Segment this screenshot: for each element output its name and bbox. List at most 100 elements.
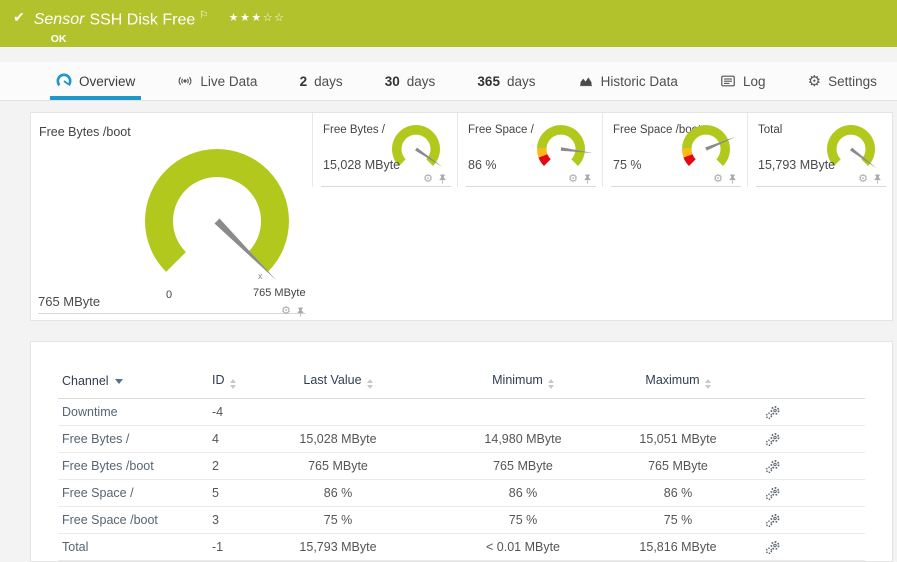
channel-name: Free Bytes /: [58, 425, 208, 453]
channel-settings-icon[interactable]: [765, 432, 782, 447]
pin-icon[interactable]: [437, 173, 448, 185]
pin-icon[interactable]: [727, 173, 738, 185]
mini-gauge: [536, 125, 593, 166]
channel-maximum: 75 %: [633, 506, 723, 534]
gauge-axis-min: 0: [166, 289, 173, 301]
status-ok-check-icon: ✔: [13, 9, 25, 25]
channel-name: Downtime: [58, 398, 208, 426]
column-header-id[interactable]: ID: [208, 367, 263, 399]
tab-2-days[interactable]: 2 days: [294, 62, 349, 100]
channel-id: 5: [208, 479, 263, 507]
channel-maximum: 765 MByte: [633, 452, 723, 480]
tab-label: Overview: [79, 73, 136, 89]
channel-last-value: 15,028 MByte: [263, 425, 413, 453]
mini-gauge-section-total: Total 15,793 MByte ⚙: [747, 113, 892, 187]
channels-panel: Channel ID Last Value Minimum Maximum Do…: [30, 341, 893, 562]
row-spacer: [823, 506, 865, 534]
gauge-footer-icons: ⚙: [713, 173, 738, 185]
channel-id: -1: [208, 533, 263, 561]
tab-30-days[interactable]: 30 days: [379, 62, 442, 100]
channel-last-value: 75 %: [263, 506, 413, 534]
channel-maximum: 15,816 MByte: [633, 533, 723, 561]
channel-settings-icon[interactable]: [765, 459, 782, 474]
column-header-maximum[interactable]: Maximum: [633, 367, 723, 399]
table-row: Free Space /boot 3 75 % 75 % 75 %: [58, 506, 865, 534]
gauge-title: Free Space /: [468, 124, 534, 136]
tab-label: Historic Data: [600, 73, 678, 89]
column-header-last-value[interactable]: Last Value: [263, 367, 413, 399]
channel-id: 4: [208, 425, 263, 453]
table-row: Free Space / 5 86 % 86 % 86 %: [58, 479, 865, 507]
priority-stars[interactable]: ★★★☆☆: [229, 12, 286, 24]
sort-desc-icon: [114, 379, 123, 384]
gauge-footer: ⚙: [38, 301, 306, 317]
channel-name: Free Bytes /boot: [58, 452, 208, 480]
row-spacer: [823, 398, 865, 426]
channel-gear-icon[interactable]: ⚙: [858, 173, 868, 185]
stars-filled[interactable]: ★★★: [229, 12, 263, 24]
sensor-title: SSH Disk Free: [89, 11, 196, 29]
stars-empty[interactable]: ☆☆: [263, 12, 286, 24]
column-header-minimum[interactable]: Minimum: [413, 367, 633, 399]
table-row: Downtime -4: [58, 398, 865, 426]
gauge-footer-icons: ⚙: [281, 306, 306, 318]
channel-maximum: [633, 398, 723, 426]
pin-icon[interactable]: [872, 173, 883, 185]
tab-365-days[interactable]: 365 days: [471, 62, 541, 100]
sensor-title-row: Sensor SSH Disk Free ⚐ ★★★☆☆: [34, 7, 286, 29]
gauge-footer-icons: ⚙: [423, 173, 448, 185]
channel-maximum: 86 %: [633, 479, 723, 507]
channel-name: Free Space /boot: [58, 506, 208, 534]
tab-live-data[interactable]: Live Data: [171, 62, 263, 100]
channel-settings-icon[interactable]: [765, 513, 782, 528]
channel-settings-icon[interactable]: [765, 486, 782, 501]
tab-number: 30: [384, 73, 400, 89]
mini-gauge-section-free-bytes-root: Free Bytes / 15,028 MByte ⚙: [312, 113, 457, 187]
prtg-sensor-page: ✔ Sensor SSH Disk Free ⚐ ★★★☆☆ OK Overview: [0, 0, 897, 562]
pin-icon[interactable]: [295, 306, 306, 318]
row-spacer: [823, 452, 865, 480]
gauge-axis-max: 765 MByte: [253, 287, 306, 299]
mini-gauge-section-free-space-root: Free Space / 86 % ⚙: [457, 113, 602, 187]
tab-label: days: [314, 73, 343, 89]
gauge-needle-marker: x: [258, 271, 263, 281]
tab-number: 365: [477, 73, 500, 89]
pin-icon[interactable]: [582, 173, 593, 185]
column-header-channel[interactable]: Channel: [58, 367, 208, 399]
gauge-value: 86 %: [468, 158, 497, 172]
tab-overview[interactable]: Overview: [50, 62, 142, 100]
tab-label: Live Data: [200, 73, 258, 89]
channel-settings-icon[interactable]: [765, 405, 782, 420]
gauge-value: 75 %: [613, 158, 642, 172]
table-row: Free Bytes /boot 2 765 MByte 765 MByte 7…: [58, 452, 865, 480]
sensor-title-block: Sensor SSH Disk Free ⚐ ★★★☆☆ OK: [34, 7, 286, 45]
channel-minimum: 75 %: [413, 506, 633, 534]
channel-id: -4: [208, 398, 263, 426]
gauge-value: 15,793 MByte: [758, 158, 836, 172]
channel-gear-icon[interactable]: ⚙: [568, 173, 578, 185]
tab-log[interactable]: Log: [714, 62, 772, 100]
channel-gear-icon[interactable]: ⚙: [423, 173, 433, 185]
tab-number: 2: [299, 73, 308, 89]
sort-icon: [704, 379, 711, 389]
channel-name: Total: [58, 533, 208, 561]
gauge-value: 15,028 MByte: [323, 158, 401, 172]
mini-gauge: [681, 125, 736, 166]
channel-gear-icon[interactable]: ⚙: [281, 306, 291, 317]
area-chart-icon: [579, 77, 592, 87]
tab-historic-data[interactable]: Historic Data: [572, 62, 684, 100]
channel-minimum: 14,980 MByte: [413, 425, 633, 453]
primary-gauge-section: Free Bytes /boot 0 765 MByte x 765 MByte…: [31, 113, 312, 320]
status-badge: OK: [50, 33, 67, 46]
mini-gauge-section-free-space-boot: Free Space /boot 75 % ⚙: [602, 113, 747, 187]
broadcast-icon: [179, 76, 192, 86]
tab-settings[interactable]: ⚙ Settings: [802, 62, 883, 100]
table-row: Total -1 15,793 MByte < 0.01 MByte 15,81…: [58, 533, 865, 561]
channel-settings-icon[interactable]: [765, 540, 782, 555]
channel-gear-icon[interactable]: ⚙: [713, 173, 723, 185]
tab-label: Log: [743, 73, 766, 89]
priority-flag-icon[interactable]: ⚐: [199, 10, 208, 21]
gauge-icon: [56, 73, 72, 87]
channel-minimum: [413, 398, 633, 426]
table-row: Free Bytes / 4 15,028 MByte 14,980 MByte…: [58, 425, 865, 453]
